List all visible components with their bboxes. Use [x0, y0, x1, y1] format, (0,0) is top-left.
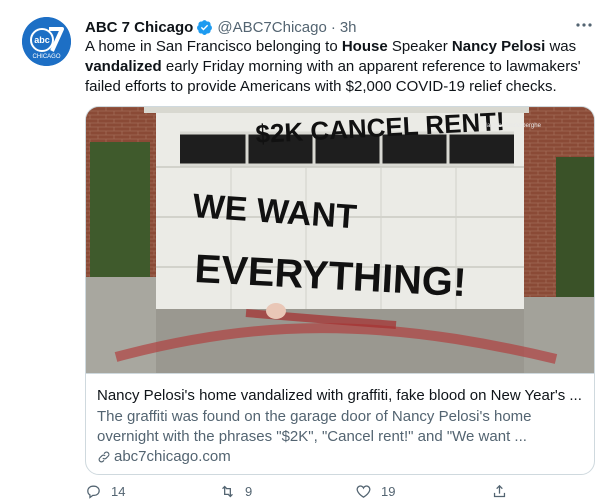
link-icon: [98, 451, 110, 462]
card-domain[interactable]: abc7chicago.com: [97, 448, 231, 465]
account-name[interactable]: ABC 7 Chicago: [85, 19, 193, 36]
tweet-text-segment: A home in San Francisco belonging to: [85, 38, 342, 55]
reply-icon: [87, 485, 100, 499]
card-domain-text: abc7chicago.com: [114, 448, 231, 465]
avatar[interactable]: abc 7 CHICAGO: [22, 17, 71, 66]
tweet-text: A home in San Francisco belonging to Hou…: [85, 37, 595, 97]
tweet[interactable]: abc 7 CHICAGO ABC 7 Chicago @ABC7Chicago…: [0, 0, 611, 500]
card-body[interactable]: Nancy Pelosi's home vandalized with graf…: [86, 373, 594, 474]
graffiti-garage-photo: $2K CANCEL RENT! WE WANT EVERYTHING!: [86, 107, 594, 373]
like-button[interactable]: 19: [355, 483, 395, 500]
tweet-text-segment: Speaker: [387, 38, 452, 55]
verified-badge-icon: [197, 19, 213, 35]
avatar-city-text: CHICAGO: [32, 54, 60, 60]
card-title[interactable]: Nancy Pelosi's home vandalized with graf…: [97, 387, 587, 405]
tweet-text-highlight: House: [341, 38, 388, 55]
retweet-icon: [222, 485, 233, 498]
avatar-brand-text: abc: [34, 35, 50, 45]
card-description: The graffiti was found on the garage doo…: [97, 408, 532, 445]
share-icon: [493, 484, 506, 498]
link-card[interactable]: $2K CANCEL RENT! WE WANT EVERYTHING! Mag…: [85, 106, 595, 475]
reply-button[interactable]: 14: [85, 483, 125, 500]
image-credit: Maggie Vanderberghe: [482, 123, 541, 129]
tweet-header: ABC 7 Chicago @ABC7Chicago · 3h: [85, 17, 357, 37]
card-image[interactable]: $2K CANCEL RENT! WE WANT EVERYTHING! Mag…: [86, 107, 594, 373]
tweet-timestamp[interactable]: 3h: [340, 19, 357, 36]
like-icon: [356, 485, 371, 498]
tweet-text-highlight: vandalized: [85, 58, 162, 75]
abc7-logo-icon: abc 7 CHICAGO: [22, 17, 71, 66]
share-button[interactable]: [491, 483, 517, 500]
tweet-text-highlight: Nancy Pelosi: [451, 38, 546, 55]
retweet-button[interactable]: 9: [219, 483, 252, 500]
tweet-text-segment: was: [545, 38, 577, 55]
separator-dot: ·: [330, 18, 336, 36]
account-handle[interactable]: @ABC7Chicago: [217, 19, 326, 36]
more-icon[interactable]: [573, 17, 595, 33]
